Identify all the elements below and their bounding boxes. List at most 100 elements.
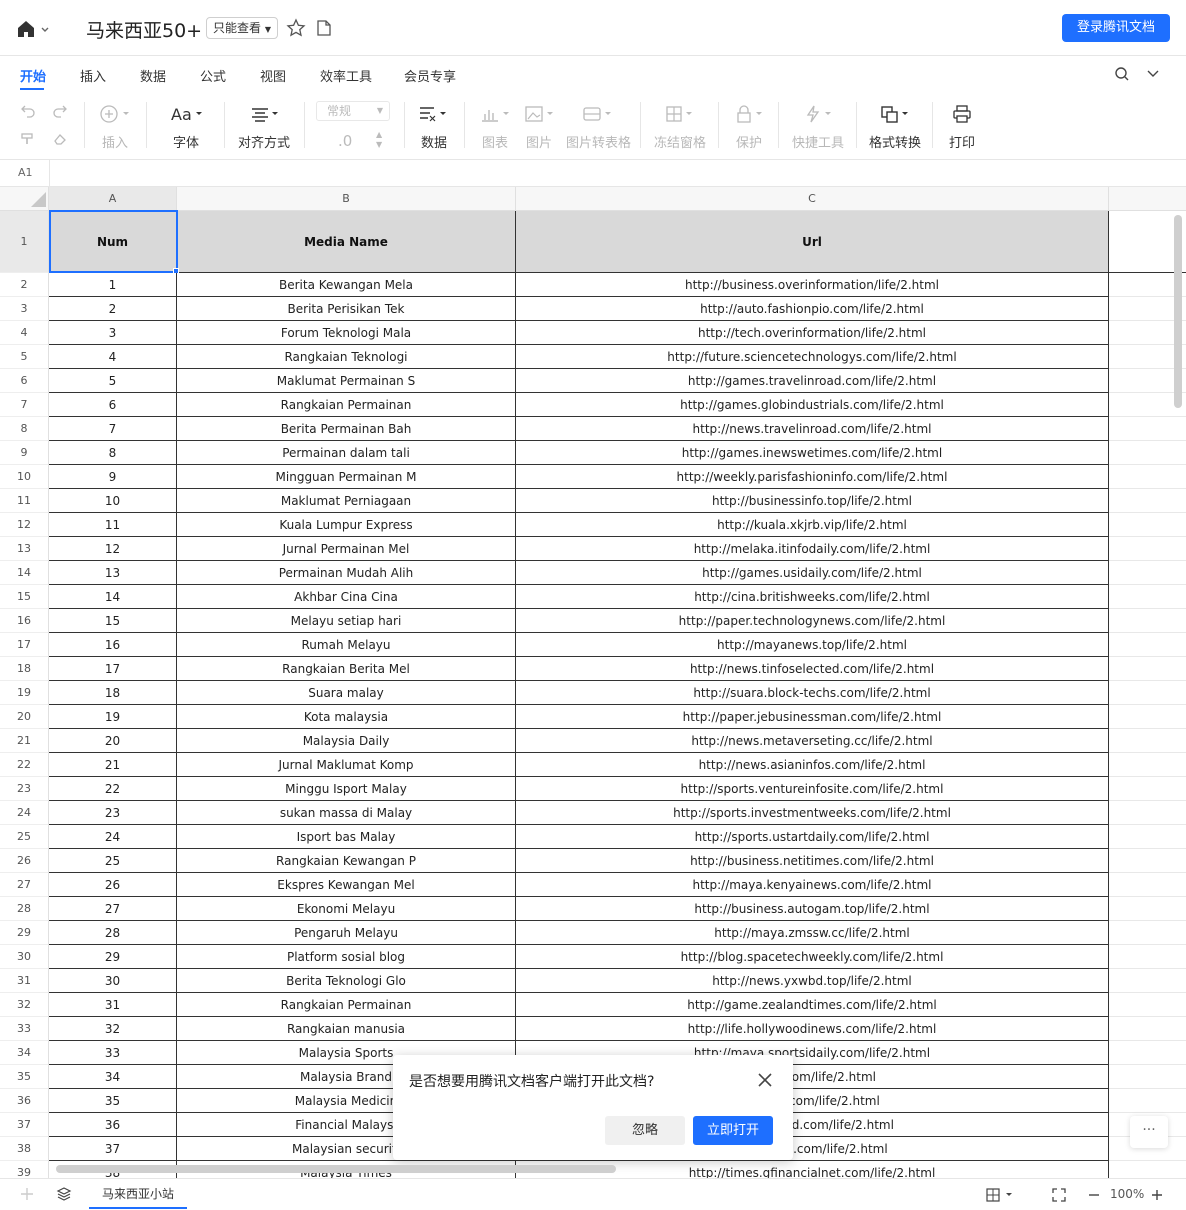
empty-cell[interactable] xyxy=(1109,585,1186,609)
cell-url[interactable]: http://business.overinformation/life/2.h… xyxy=(516,273,1109,297)
row-header[interactable]: 28 xyxy=(0,897,49,921)
number-format-select[interactable]: 常规 ▼ xyxy=(316,101,390,121)
row-header[interactable]: 35 xyxy=(0,1065,49,1089)
row-header[interactable]: 38 xyxy=(0,1137,49,1161)
empty-cell[interactable] xyxy=(1109,825,1186,849)
empty-cell[interactable] xyxy=(1109,897,1186,921)
cell-media-name[interactable]: sukan massa di Malay xyxy=(177,801,516,825)
tab-efficiency-tools[interactable]: 效率工具 xyxy=(320,66,372,85)
cell-media-name[interactable]: Permainan dalam tali xyxy=(177,441,516,465)
empty-cell[interactable] xyxy=(1109,753,1186,777)
quick-tools-tool[interactable]: 快捷工具 xyxy=(792,92,844,160)
cell-num[interactable]: 2 xyxy=(49,297,177,321)
row-header[interactable]: 6 xyxy=(0,369,49,393)
empty-cell[interactable] xyxy=(1109,441,1186,465)
empty-cell[interactable] xyxy=(1109,705,1186,729)
cell-media-name[interactable]: Berita Teknologi Glo xyxy=(177,969,516,993)
row-header[interactable]: 32 xyxy=(0,993,49,1017)
cell-url[interactable]: http://suara.block-techs.com/life/2.html xyxy=(516,681,1109,705)
row-header[interactable]: 20 xyxy=(0,705,49,729)
empty-cell[interactable] xyxy=(1109,1089,1186,1113)
cell-num[interactable]: 18 xyxy=(49,681,177,705)
row-header[interactable]: 23 xyxy=(0,777,49,801)
cell-num[interactable]: 10 xyxy=(49,489,177,513)
row-header[interactable]: 34 xyxy=(0,1041,49,1065)
login-button[interactable]: 登录腾讯文档 xyxy=(1062,14,1170,42)
tab-member[interactable]: 会员专享 xyxy=(404,66,456,85)
cell-media-name[interactable]: Berita Kewangan Mela xyxy=(177,273,516,297)
cell-url[interactable]: http://life.hollywoodinews.com/life/2.ht… xyxy=(516,1017,1109,1041)
view-mode-dropdown[interactable]: 只能查看 ▼ xyxy=(206,17,278,39)
row-header[interactable]: 24 xyxy=(0,801,49,825)
row-header[interactable]: 10 xyxy=(0,465,49,489)
open-now-button[interactable]: 立即打开 xyxy=(693,1116,773,1145)
cell-url[interactable]: http://auto.fashionpio.com/life/2.html xyxy=(516,297,1109,321)
cell-url[interactable]: http://sports.ventureinfosite.com/life/2… xyxy=(516,777,1109,801)
empty-cell[interactable] xyxy=(1109,729,1186,753)
cell-url[interactable]: http://sports.investmentweeks.com/life/2… xyxy=(516,801,1109,825)
decimal-places[interactable]: .0 xyxy=(338,132,352,150)
more-button[interactable]: ··· xyxy=(1130,1116,1168,1148)
chart-tool[interactable]: 图表 xyxy=(476,92,514,160)
cell-num[interactable]: 6 xyxy=(49,393,177,417)
cell-media-name[interactable]: Maklumat Permainan S xyxy=(177,369,516,393)
row-header[interactable]: 21 xyxy=(0,729,49,753)
cell-media-name[interactable]: Rumah Melayu xyxy=(177,633,516,657)
search-icon[interactable] xyxy=(1114,66,1130,82)
tab-start[interactable]: 开始 xyxy=(20,66,46,85)
select-all-corner[interactable] xyxy=(0,187,49,211)
format-convert-tool[interactable]: 格式转换 xyxy=(866,92,924,160)
cell-num[interactable]: 31 xyxy=(49,993,177,1017)
cell-url[interactable]: http://future.sciencetechnologys.com/lif… xyxy=(516,345,1109,369)
cell-url[interactable]: http://maya.zmssw.cc/life/2.html xyxy=(516,921,1109,945)
row-header[interactable]: 26 xyxy=(0,849,49,873)
empty-cell[interactable] xyxy=(1109,849,1186,873)
cell-media-name[interactable]: Rangkaian manusia xyxy=(177,1017,516,1041)
cell-num[interactable]: 1 xyxy=(49,273,177,297)
cell-media-name[interactable]: Malaysia Daily xyxy=(177,729,516,753)
row-header[interactable]: 30 xyxy=(0,945,49,969)
row-header[interactable]: 29 xyxy=(0,921,49,945)
row-header[interactable]: 2 xyxy=(0,273,49,297)
cell-num[interactable]: 3 xyxy=(49,321,177,345)
row-header[interactable]: 5 xyxy=(0,345,49,369)
cell-url[interactable]: http://games.usidaily.com/life/2.html xyxy=(516,561,1109,585)
cell-media-name[interactable]: Maklumat Perniagaan xyxy=(177,489,516,513)
empty-cell[interactable] xyxy=(1109,633,1186,657)
empty-cell[interactable] xyxy=(1109,1017,1186,1041)
empty-cell[interactable] xyxy=(1109,489,1186,513)
empty-cell[interactable] xyxy=(1109,993,1186,1017)
cell-media-name[interactable]: Ekonomi Melayu xyxy=(177,897,516,921)
row-header[interactable]: 3 xyxy=(0,297,49,321)
cell-url[interactable]: http://news.travelinroad.com/life/2.html xyxy=(516,417,1109,441)
protect-tool[interactable]: 保护 xyxy=(730,92,768,160)
empty-cell[interactable] xyxy=(1109,465,1186,489)
tab-data[interactable]: 数据 xyxy=(140,66,166,85)
row-header[interactable]: 9 xyxy=(0,441,49,465)
ignore-button[interactable]: 忽略 xyxy=(605,1116,685,1145)
column-header-c[interactable]: C xyxy=(516,187,1109,211)
collapse-chevron-icon[interactable] xyxy=(1146,68,1160,80)
row-header[interactable]: 12 xyxy=(0,513,49,537)
horizontal-scrollbar[interactable] xyxy=(56,1165,616,1173)
empty-cell[interactable] xyxy=(1109,561,1186,585)
cell-url[interactable]: http://cina.britishweeks.com/life/2.html xyxy=(516,585,1109,609)
cell-num[interactable]: 33 xyxy=(49,1041,177,1065)
cell-reference[interactable]: A1 xyxy=(18,166,33,179)
cell-url[interactable]: http://mayanews.top/life/2.html xyxy=(516,633,1109,657)
cell-num[interactable]: 21 xyxy=(49,753,177,777)
row-header[interactable]: 11 xyxy=(0,489,49,513)
empty-cell[interactable] xyxy=(1109,1065,1186,1089)
empty-cell[interactable] xyxy=(1109,417,1186,441)
tab-formula[interactable]: 公式 xyxy=(200,66,226,85)
cell-url[interactable]: http://games.globindustrials.com/life/2.… xyxy=(516,393,1109,417)
cell-num[interactable]: 16 xyxy=(49,633,177,657)
cell-url[interactable]: http://game.zealandtimes.com/life/2.html xyxy=(516,993,1109,1017)
cell-url[interactable]: http://business.autogam.top/life/2.html xyxy=(516,897,1109,921)
cell-url[interactable]: http://blog.spacetechweekly.com/life/2.h… xyxy=(516,945,1109,969)
row-header[interactable]: 31 xyxy=(0,969,49,993)
cell-media-name[interactable]: Rangkaian Permainan xyxy=(177,993,516,1017)
empty-cell[interactable] xyxy=(1109,801,1186,825)
document-info-icon[interactable] xyxy=(314,18,334,38)
cell-media-name[interactable]: Forum Teknologi Mala xyxy=(177,321,516,345)
